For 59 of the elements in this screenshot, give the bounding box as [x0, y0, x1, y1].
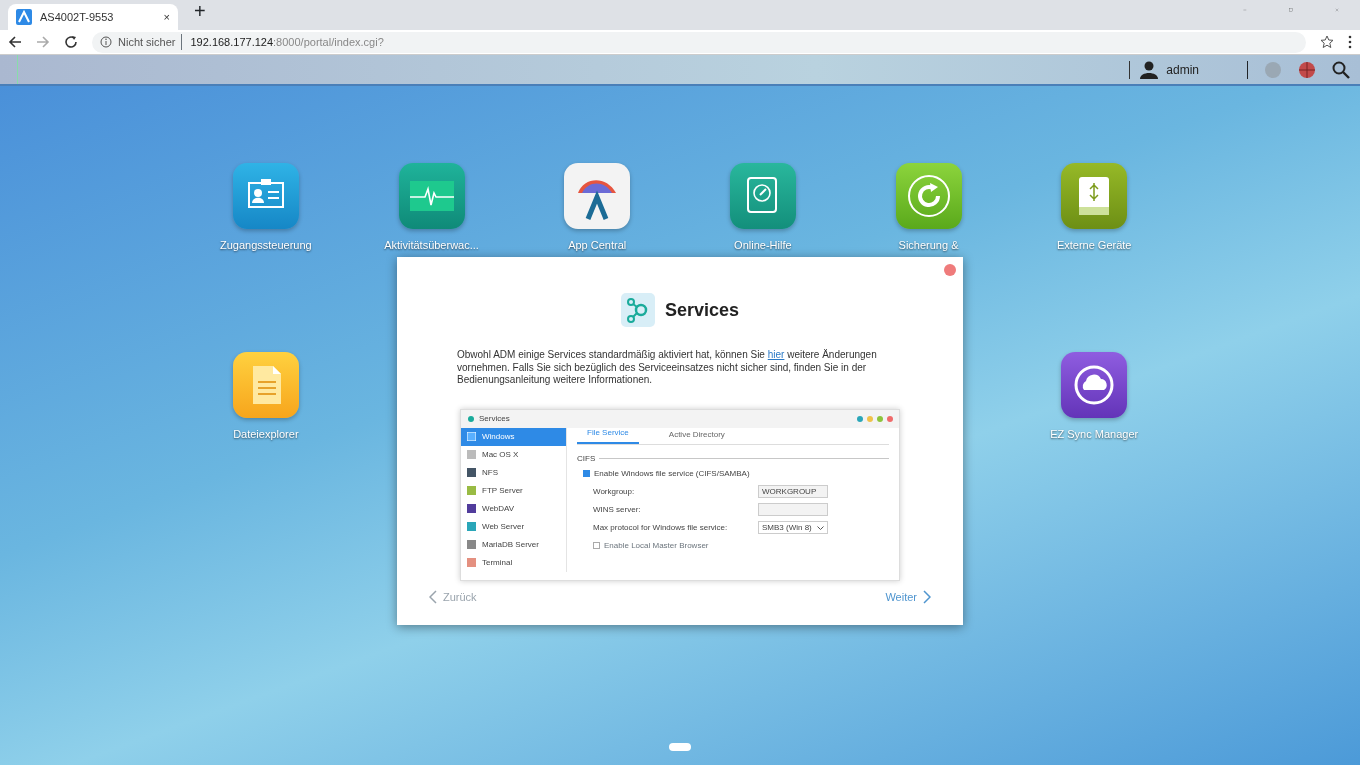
security-label: Nicht sicher: [118, 34, 176, 50]
search-icon[interactable]: [1332, 60, 1350, 79]
tab-close-button[interactable]: ×: [163, 8, 170, 26]
sidebar-item[interactable]: Terminal: [461, 553, 566, 572]
checkbox[interactable]: [593, 542, 600, 549]
close-button[interactable]: [944, 264, 956, 276]
info-icon: [100, 36, 112, 48]
network-icon: [467, 414, 475, 423]
window-dot: [877, 415, 883, 422]
sidebar-item[interactable]: FTP Server: [461, 481, 566, 500]
window-dot: [867, 415, 873, 422]
checkbox[interactable]: [583, 470, 590, 477]
section-label: CIFS: [577, 452, 596, 465]
app-icon[interactable]: [398, 163, 465, 229]
new-tab-button[interactable]: +: [194, 0, 206, 26]
caret-icon: [817, 525, 824, 530]
app-icon[interactable]: [1061, 163, 1128, 229]
help-link[interactable]: hier: [767, 349, 785, 360]
input-field[interactable]: WORKGROUP: [758, 485, 828, 498]
app-icon[interactable]: [232, 163, 299, 229]
sidebar-item[interactable]: WebDAV: [461, 499, 566, 518]
chevron-right-icon: [923, 589, 931, 604]
page-indicator[interactable]: [669, 743, 691, 751]
app-icon[interactable]: [564, 163, 631, 229]
services-icon: [620, 293, 655, 327]
app-icon[interactable]: [729, 163, 796, 229]
preview-title: Services: [479, 412, 510, 425]
dropdown[interactable]: SMB3 (Win 8): [758, 521, 828, 534]
checkbox-label: Enable Local Master Browser: [604, 539, 709, 552]
menu-icon[interactable]: [1348, 35, 1352, 49]
window-dot: [857, 415, 863, 422]
sidebar-item[interactable]: Mac OS X: [461, 445, 566, 464]
sidebar-item[interactable]: NFS: [461, 463, 566, 482]
url-host: 192.168.177.124: [181, 33, 274, 51]
user-name[interactable]: admin: [1166, 60, 1199, 79]
back-arrow-icon[interactable]: [8, 35, 22, 49]
tab[interactable]: Active Directory: [658, 428, 725, 444]
input-field[interactable]: [758, 503, 828, 516]
address-bar[interactable]: Nicht sicher 192.168.177.124:8000/portal/index.cgi?: [92, 31, 1306, 53]
field-label: Max protocol for Windows file service:: [593, 521, 729, 534]
app-icon[interactable]: [1061, 352, 1128, 418]
field-label: Workgroup:: [593, 485, 636, 498]
user-icon[interactable]: [1140, 60, 1159, 79]
reload-icon[interactable]: [64, 35, 78, 49]
window-dot: [887, 415, 893, 422]
star-icon[interactable]: [1320, 35, 1334, 49]
description-text: Obwohl ADM einige Services standardmäßig aktiviert hat, können Sie hier weitere Änderungen vornehmen. Falls Sie sich bezüglich des Serviceeinsatzes nicht sicher sind, finden Sie in der Bedienungsanleitung weitere Informationen.: [457, 349, 878, 387]
app-logo-icon: [16, 9, 32, 25]
sidebar-item[interactable]: Web Server: [461, 517, 566, 536]
tab[interactable]: File Service: [577, 426, 639, 444]
url-path: :8000/portal/index.cgi?: [273, 34, 384, 50]
globe-icon[interactable]: [1298, 60, 1316, 79]
chevron-left-icon: [429, 589, 437, 604]
sidebar-item[interactable]: MariaDB Server: [461, 535, 566, 554]
field-label: WINS server:: [593, 503, 642, 516]
forward-arrow-icon[interactable]: [36, 35, 50, 49]
dialog-title: Services: [664, 298, 740, 322]
browser-tab[interactable]: AS4002T-9553 ×: [8, 4, 178, 30]
checkbox-label: Enable Windows file service (CIFS/SAMBA): [594, 467, 750, 480]
